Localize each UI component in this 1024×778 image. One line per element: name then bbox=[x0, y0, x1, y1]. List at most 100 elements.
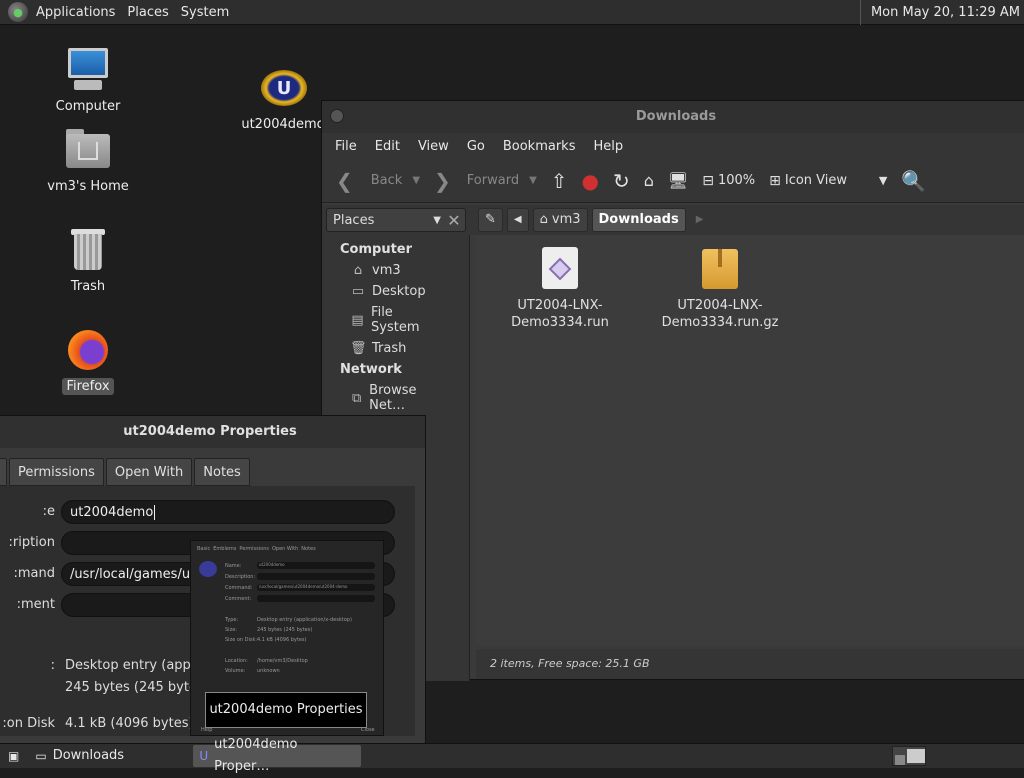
file-manager-window: Downloads File Edit View Go Bookmarks He… bbox=[321, 100, 1024, 681]
chevron-down-icon[interactable]: ▼ bbox=[529, 175, 537, 186]
desktop-icon-home[interactable]: vm3's Home bbox=[33, 126, 143, 195]
description-label: ription: bbox=[8, 535, 55, 550]
system-menu[interactable]: System bbox=[175, 0, 235, 25]
breadcrumb: ✎ ◀ ⌂ vm3 Downloads ▶ bbox=[478, 208, 709, 232]
sidebar-item-desktop[interactable]: ▭ Desktop bbox=[322, 281, 469, 302]
breadcrumb-left-button[interactable]: ◀ bbox=[506, 208, 529, 232]
thumb-value: unknown bbox=[257, 668, 280, 674]
thumb-row: Volume: bbox=[225, 668, 246, 674]
status-bar: 2 items, Free space: 25.1 GB bbox=[476, 649, 1024, 679]
desktop-icon-firefox[interactable]: Firefox bbox=[33, 326, 143, 395]
menu-help[interactable]: Help bbox=[584, 139, 632, 154]
sidebar-header-network: Network bbox=[340, 362, 402, 377]
size-on-disk-label: on Disk: bbox=[2, 716, 55, 731]
menubar: File Edit View Go Bookmarks Help bbox=[322, 133, 1024, 159]
ut2004-icon: ᑌ bbox=[199, 749, 209, 763]
up-button[interactable]: ⇧ bbox=[547, 171, 572, 191]
breadcrumb-downloads[interactable]: Downloads bbox=[591, 208, 686, 232]
desktop-icon-trash[interactable]: Trash bbox=[33, 226, 143, 295]
file-name-line: Demo3334.run bbox=[511, 315, 609, 330]
desktop-icon-label: Computer bbox=[55, 99, 121, 114]
applications-menu[interactable]: Applications bbox=[30, 0, 121, 25]
ut2004-icon bbox=[199, 561, 217, 577]
back-button[interactable]: ❮ Back ▼ bbox=[332, 171, 424, 191]
stop-button[interactable]: ● bbox=[578, 171, 603, 191]
view-mode-select[interactable]: ⊞ Icon View ▼ bbox=[765, 171, 891, 191]
comment-label: ment: bbox=[16, 597, 55, 612]
taskbar-item-properties[interactable]: ᑌ ut2004demo Proper… bbox=[193, 737, 362, 774]
gnome-foot-icon[interactable]: ● bbox=[8, 2, 28, 22]
size-value: 245 bytes (245 bytes) bbox=[65, 679, 209, 695]
zoom-out-icon: ⊟ bbox=[702, 172, 714, 189]
thumb-tab: Permissions bbox=[239, 546, 269, 552]
desktop-folder-icon: ▭ bbox=[351, 284, 365, 299]
sidebar-item-vm3[interactable]: ⌂ vm3 bbox=[322, 260, 469, 281]
name-label: e: bbox=[42, 504, 55, 519]
desktop-icon-label: vm3's Home bbox=[47, 179, 129, 194]
zoom-out-button[interactable]: ⊟ 100% bbox=[698, 171, 759, 191]
sidebar-item-trash[interactable]: 🗑 Trash bbox=[322, 338, 469, 359]
forward-label: Forward bbox=[466, 173, 520, 188]
menu-edit[interactable]: Edit bbox=[366, 139, 409, 154]
window-titlebar[interactable]: Downloads bbox=[322, 101, 1024, 133]
edit-location-button[interactable]: ✎ bbox=[478, 208, 503, 232]
window-close-icon[interactable] bbox=[330, 109, 344, 123]
home-button[interactable]: ⌂ bbox=[640, 171, 658, 191]
reload-button[interactable]: ↻ bbox=[609, 171, 634, 191]
script-file-icon bbox=[540, 247, 580, 291]
computer-button[interactable]: 🖥 bbox=[664, 171, 692, 191]
type-value: Desktop entry (applic bbox=[65, 658, 206, 673]
home-icon: ⌂ bbox=[643, 170, 654, 190]
workspace-switcher[interactable] bbox=[892, 746, 926, 766]
sidebar-item-browse-network[interactable]: ⧉ Browse Net… bbox=[322, 380, 469, 416]
thumb-value: /home/vm3/Desktop bbox=[257, 658, 308, 664]
chevron-down-icon[interactable]: ▼ bbox=[412, 175, 420, 186]
thumb-value: /usr/local/games/ut2004demo/ut2004-demo bbox=[257, 584, 375, 591]
thumb-row: Name: bbox=[225, 563, 242, 569]
tab-notes[interactable]: Notes bbox=[194, 458, 250, 486]
show-desktop-button[interactable]: ▣ bbox=[2, 745, 25, 767]
menu-file[interactable]: File bbox=[326, 139, 366, 154]
tab-open-with[interactable]: Open With bbox=[105, 458, 193, 486]
file-name-line: Demo3334.run.gz bbox=[661, 315, 779, 330]
side-pane-close-icon[interactable]: ✕ bbox=[442, 208, 466, 232]
desktop-icon-computer[interactable]: Computer bbox=[33, 46, 143, 115]
back-arrow-icon: ❮ bbox=[336, 168, 353, 193]
sidebar-item-label: Desktop bbox=[372, 284, 426, 299]
breadcrumb-vm3[interactable]: ⌂ vm3 bbox=[532, 208, 588, 232]
menu-view[interactable]: View bbox=[409, 139, 458, 154]
places-menu[interactable]: Places bbox=[121, 0, 174, 25]
tab-basic[interactable] bbox=[0, 458, 7, 486]
file-item[interactable]: UT2004-LNX- Demo3334.run bbox=[500, 247, 620, 331]
computer-icon bbox=[64, 46, 112, 94]
dialog-title[interactable]: ut2004demo Properties bbox=[0, 416, 425, 448]
menu-go[interactable]: Go bbox=[458, 139, 494, 154]
thumb-row: Type: bbox=[225, 617, 239, 623]
forward-button[interactable]: ❯ Forward ▼ bbox=[430, 171, 541, 191]
thumb-row: Command: bbox=[225, 585, 253, 591]
desktop-icon-label: Firefox bbox=[62, 378, 114, 395]
zoom-level: 100% bbox=[717, 173, 756, 188]
sidebar-item-filesystem[interactable]: ▤ File System bbox=[322, 302, 469, 338]
icon-view[interactable]: UT2004-LNX- Demo3334.run UT2004-LNX- Dem… bbox=[476, 235, 1024, 645]
reload-icon: ↻ bbox=[613, 168, 630, 193]
file-item[interactable]: UT2004-LNX- Demo3334.run.gz bbox=[660, 247, 780, 331]
side-pane-label: Places bbox=[333, 212, 375, 228]
toolbar: ❮ Back ▼ ❯ Forward ▼ ⇧ ● ↻ ⌂ 🖥 ⊟ 100% ⊞ Icon V… bbox=[322, 159, 1024, 203]
name-field[interactable]: ut2004demo bbox=[61, 499, 395, 524]
menu-bookmarks[interactable]: Bookmarks bbox=[494, 139, 585, 154]
forward-arrow-icon: ❯ bbox=[434, 168, 451, 193]
search-button[interactable]: 🔍 bbox=[897, 171, 930, 191]
thumb-tab: Open With bbox=[271, 546, 299, 552]
breadcrumb-right-button[interactable]: ▶ bbox=[690, 208, 710, 232]
clock[interactable]: Mon May 20, 11:29 AM bbox=[859, 0, 1020, 25]
thumb-row: Description: bbox=[225, 574, 256, 580]
up-arrow-icon: ⇧ bbox=[550, 168, 568, 193]
home-icon: ⌂ bbox=[353, 263, 363, 278]
taskbar-label: Downloads bbox=[52, 748, 125, 763]
search-icon: 🔍 bbox=[901, 168, 927, 193]
taskbar-item-downloads[interactable]: ▭ Downloads bbox=[29, 745, 189, 767]
sidebar-header-computer: Computer bbox=[340, 242, 413, 257]
taskbar-label: ut2004demo Proper… bbox=[214, 737, 298, 774]
tab-permissions[interactable]: Permissions bbox=[9, 458, 104, 486]
